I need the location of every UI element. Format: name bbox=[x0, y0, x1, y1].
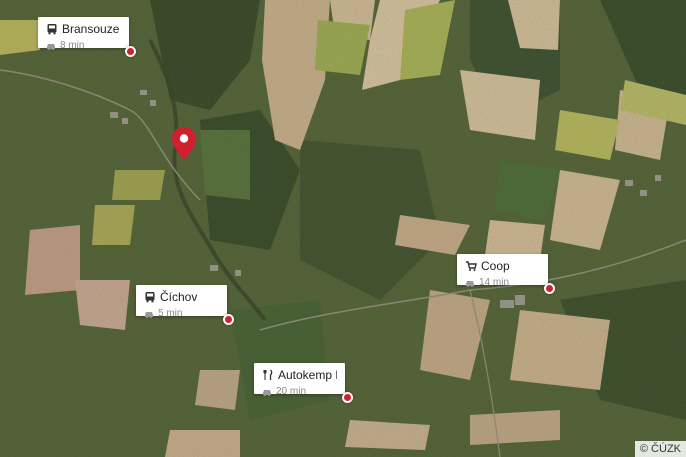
map-attribution[interactable]: © ČÚZK bbox=[634, 441, 686, 457]
poi-card-bransouze[interactable]: Bransouze 8 min bbox=[38, 17, 129, 51]
poi-marker-dot[interactable] bbox=[342, 392, 353, 403]
poi-card-coop[interactable]: Coop 14 min bbox=[457, 254, 548, 288]
poi-card-autokemp[interactable]: Autokemp Kratoc... 20 min bbox=[254, 363, 345, 397]
car-icon bbox=[145, 311, 153, 318]
cart-icon bbox=[466, 261, 477, 271]
poi-travel-time: 5 min bbox=[158, 308, 183, 319]
car-icon bbox=[263, 389, 271, 396]
poi-card-cichov[interactable]: Číchov 5 min bbox=[136, 285, 227, 319]
satellite-map[interactable]: Bransouze 8 min Číchov 5 min Coop 14 min bbox=[0, 0, 686, 457]
poi-marker-dot[interactable] bbox=[223, 314, 234, 325]
poi-travel-time: 14 min bbox=[479, 277, 510, 288]
bus-icon bbox=[145, 292, 155, 303]
poi-name: Číchov bbox=[160, 290, 198, 304]
fork-knife-icon bbox=[263, 369, 273, 380]
poi-marker-dot[interactable] bbox=[125, 46, 136, 57]
car-icon bbox=[466, 280, 474, 287]
bus-icon bbox=[47, 24, 57, 35]
poi-name: Coop bbox=[481, 259, 510, 273]
poi-travel-time: 8 min bbox=[60, 40, 85, 51]
location-pin-icon[interactable] bbox=[172, 127, 196, 160]
poi-name: Bransouze bbox=[62, 22, 120, 36]
poi-marker-dot[interactable] bbox=[544, 283, 555, 294]
car-icon bbox=[47, 43, 55, 50]
poi-travel-time: 20 min bbox=[276, 386, 307, 397]
poi-name: Autokemp Kratoc... bbox=[278, 368, 337, 382]
